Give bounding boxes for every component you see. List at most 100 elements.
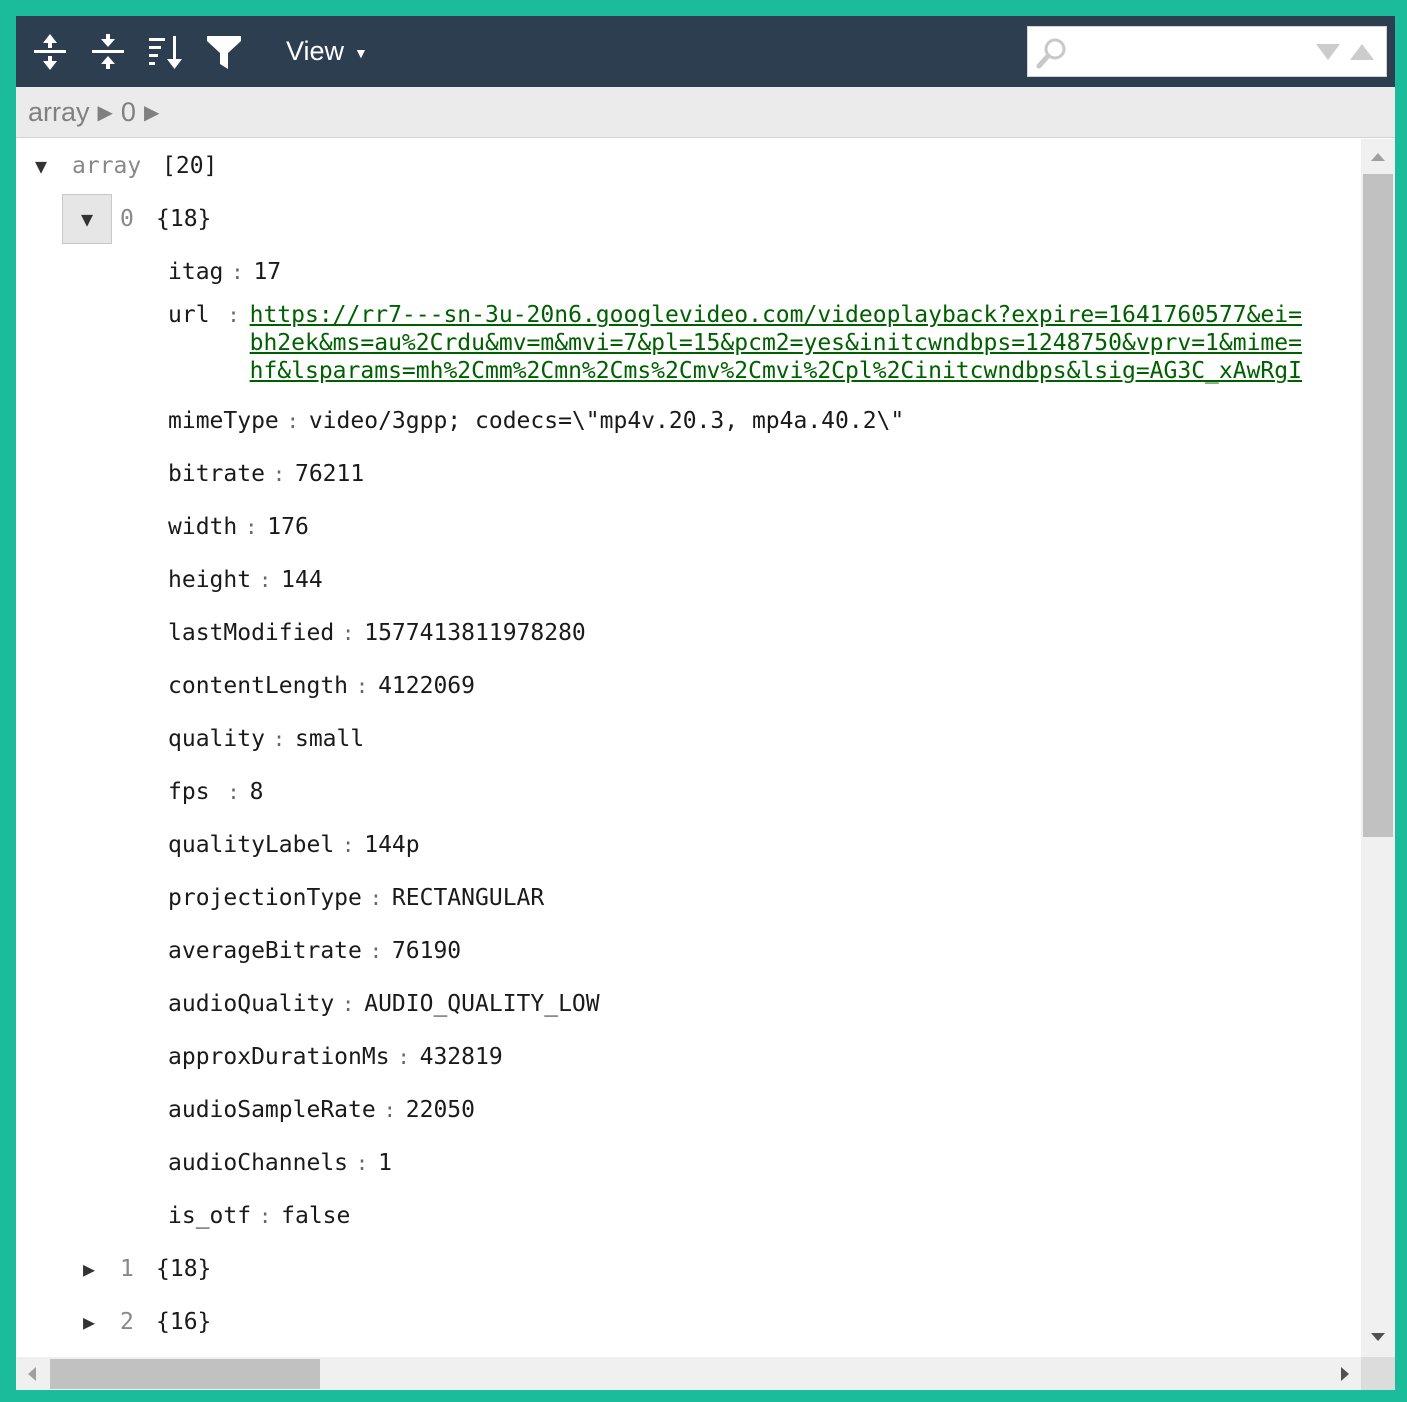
field-value[interactable]: video/3gpp; codecs=\"mp4v.20.3, mp4a.40.… bbox=[309, 408, 904, 434]
table-row: bitrate:76211 bbox=[168, 447, 364, 500]
field-key[interactable]: is_otf bbox=[168, 1203, 251, 1229]
field-key[interactable]: averageBitrate bbox=[168, 938, 362, 964]
table-row: fps:8 bbox=[168, 765, 263, 818]
field-value[interactable]: 176 bbox=[267, 514, 309, 540]
table-row: height:144 bbox=[168, 553, 323, 606]
expand-toggle-icon[interactable]: ▶ bbox=[64, 1297, 114, 1347]
separator: : bbox=[369, 885, 382, 910]
breadcrumb-item-0[interactable]: 0 bbox=[121, 97, 136, 128]
field-key[interactable]: qualityLabel bbox=[168, 832, 334, 858]
field-value[interactable]: 76211 bbox=[295, 461, 364, 487]
scroll-right-icon[interactable] bbox=[1339, 1366, 1351, 1382]
search-input[interactable] bbox=[1076, 35, 1306, 69]
vertical-scrollbar[interactable] bbox=[1361, 139, 1395, 1357]
sort-icon bbox=[149, 35, 182, 69]
field-value[interactable]: RECTANGULAR bbox=[392, 885, 544, 911]
field-value[interactable]: 8 bbox=[250, 779, 264, 805]
separator: : bbox=[356, 673, 369, 698]
field-value[interactable]: AUDIO_QUALITY_LOW bbox=[364, 991, 599, 1017]
separator: : bbox=[356, 1150, 369, 1175]
field-key[interactable]: audioChannels bbox=[168, 1150, 348, 1176]
collapse-toggle-icon[interactable]: ▼ bbox=[16, 141, 66, 191]
node-key[interactable]: 2 bbox=[120, 1309, 134, 1335]
separator: : bbox=[245, 514, 258, 539]
field-value[interactable]: false bbox=[281, 1203, 350, 1229]
scroll-left-icon[interactable] bbox=[26, 1366, 38, 1382]
node-key[interactable]: 0 bbox=[120, 206, 134, 232]
table-row: averageBitrate:76190 bbox=[168, 924, 461, 977]
collapse-all-button[interactable] bbox=[84, 28, 132, 76]
breadcrumb-separator-icon[interactable]: ▶ bbox=[98, 100, 113, 125]
field-value[interactable]: 76190 bbox=[392, 938, 461, 964]
filter-button[interactable] bbox=[200, 28, 248, 76]
separator: : bbox=[342, 832, 355, 857]
field-key[interactable]: contentLength bbox=[168, 673, 348, 699]
field-key[interactable]: width bbox=[168, 514, 237, 540]
caret-down-icon: ▼ bbox=[354, 45, 368, 61]
tree-view: ▼ array [20] ▼ 0 {18} itag:17 url: https… bbox=[16, 139, 1361, 1357]
separator: : bbox=[369, 938, 382, 963]
view-menu-button[interactable]: View ▼ bbox=[276, 28, 378, 76]
field-key[interactable]: quality bbox=[168, 726, 265, 752]
separator: : bbox=[342, 620, 355, 645]
scroll-up-icon[interactable] bbox=[1370, 151, 1386, 163]
scrollbar-corner bbox=[1361, 1357, 1395, 1390]
separator: : bbox=[342, 991, 355, 1016]
field-value[interactable]: 432819 bbox=[420, 1044, 503, 1070]
field-key[interactable]: url bbox=[168, 301, 210, 329]
field-key[interactable]: audioQuality bbox=[168, 991, 334, 1017]
field-key[interactable]: projectionType bbox=[168, 885, 362, 911]
url-value[interactable]: https://rr7---sn-3u-20n6.googlevideo.com… bbox=[250, 301, 1302, 385]
field-value[interactable]: 1 bbox=[378, 1150, 392, 1176]
field-value[interactable]: small bbox=[295, 726, 364, 752]
expand-all-button[interactable] bbox=[26, 28, 74, 76]
search-previous-button[interactable] bbox=[1348, 42, 1376, 62]
separator: : bbox=[227, 779, 240, 804]
table-row: qualityLabel:144p bbox=[168, 818, 420, 871]
field-value[interactable]: 22050 bbox=[406, 1097, 475, 1123]
separator: : bbox=[397, 1044, 410, 1069]
separator: : bbox=[272, 726, 285, 751]
table-row: url: https://rr7---sn-3u-20n6.googlevide… bbox=[168, 301, 1302, 391]
table-row: contentLength:4122069 bbox=[168, 659, 475, 712]
field-key[interactable]: approxDurationMs bbox=[168, 1044, 390, 1070]
separator: : bbox=[272, 461, 285, 486]
triangle-up-icon bbox=[1350, 44, 1374, 60]
separator: : bbox=[383, 1097, 396, 1122]
field-key[interactable]: lastModified bbox=[168, 620, 334, 646]
table-row: approxDurationMs:432819 bbox=[168, 1030, 503, 1083]
node-key[interactable]: 1 bbox=[120, 1256, 134, 1282]
collapse-toggle-icon[interactable]: ▼ bbox=[62, 193, 112, 244]
table-row: quality: small bbox=[168, 712, 364, 765]
table-row: audioQuality: AUDIO_QUALITY_LOW bbox=[168, 977, 600, 1030]
field-value[interactable]: 144 bbox=[281, 567, 323, 593]
horizontal-scroll-thumb[interactable] bbox=[50, 1359, 320, 1389]
field-value[interactable]: 4122069 bbox=[378, 673, 475, 699]
field-key[interactable]: mimeType bbox=[168, 408, 279, 434]
field-value[interactable]: 1577413811978280 bbox=[364, 620, 586, 646]
breadcrumb-separator-icon[interactable]: ▶ bbox=[144, 100, 159, 125]
triangle-down-icon bbox=[1316, 44, 1340, 60]
url-link-line[interactable]: https://rr7---sn-3u-20n6.googlevideo.com… bbox=[250, 301, 1302, 329]
horizontal-scrollbar[interactable] bbox=[16, 1357, 1395, 1390]
field-key[interactable]: itag bbox=[168, 259, 223, 285]
url-link-line[interactable]: hf&lsparams=mh%2Cmm%2Cmn%2Cms%2Cmv%2Cmvi… bbox=[250, 357, 1302, 385]
vertical-scroll-thumb[interactable] bbox=[1363, 174, 1393, 837]
node-count: {18} bbox=[156, 205, 212, 232]
scroll-down-icon[interactable] bbox=[1370, 1331, 1386, 1343]
field-key[interactable]: bitrate bbox=[168, 461, 265, 487]
table-row: lastModified:1577413811978280 bbox=[168, 606, 586, 659]
field-key[interactable]: audioSampleRate bbox=[168, 1097, 376, 1123]
field-key[interactable]: height bbox=[168, 567, 251, 593]
search-next-button[interactable] bbox=[1314, 42, 1342, 62]
node-key[interactable]: array bbox=[72, 153, 141, 179]
field-value[interactable]: 17 bbox=[253, 259, 281, 285]
url-link-line[interactable]: bh2ek&ms=au%2Crdu&mv=m&mvi=7&pl=15&pcm2=… bbox=[250, 329, 1302, 357]
sort-button[interactable] bbox=[142, 28, 190, 76]
field-value[interactable]: 144p bbox=[364, 832, 419, 858]
expand-toggle-icon[interactable]: ▶ bbox=[64, 1244, 114, 1294]
field-key[interactable]: fps bbox=[168, 779, 210, 805]
breadcrumb-item-array[interactable]: array bbox=[28, 97, 90, 128]
view-menu-label: View bbox=[286, 36, 345, 66]
separator: : bbox=[227, 303, 240, 327]
